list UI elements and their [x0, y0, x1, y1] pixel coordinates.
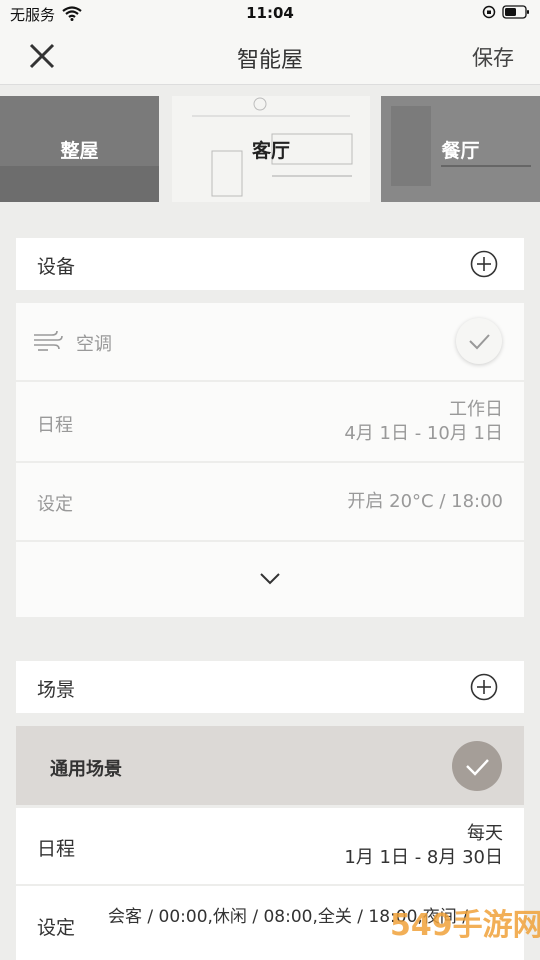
wind-icon — [34, 330, 63, 351]
device-row-air-conditioner[interactable]: 空调 — [16, 303, 524, 380]
schedule-range: 1月 1日 - 8月 30日 — [344, 847, 503, 868]
schedule-value: 每天 1月 1日 - 8月 30日 — [344, 822, 503, 870]
orientation-lock-icon — [482, 5, 496, 19]
schedule-label: 日程 — [37, 838, 76, 860]
room-selector: 整屋 客厅 餐厅 — [0, 96, 540, 202]
room-label: 客厅 — [251, 139, 290, 162]
device-schedule-row[interactable]: 日程 工作日 4月 1日 - 10月 1日 — [16, 382, 524, 461]
expand-row[interactable] — [16, 542, 524, 617]
scene-name: 通用场景 — [50, 759, 122, 780]
room-tab-dining-room[interactable]: 餐厅 — [381, 96, 540, 202]
devices-header: 设备 — [16, 238, 524, 290]
schedule-days: 工作日 — [449, 399, 503, 420]
save-button[interactable]: 保存 — [472, 42, 514, 72]
room-label: 餐厅 — [441, 139, 480, 162]
clock: 11:04 — [246, 4, 294, 22]
device-setting-row[interactable]: 设定 开启 20°C / 18:00 — [16, 463, 524, 540]
device-name: 空调 — [76, 334, 112, 355]
room-tab-living-room[interactable]: 客厅 — [172, 96, 370, 202]
nav-bar: 智能屋 保存 — [0, 28, 540, 85]
scene-row-general[interactable]: 通用场景 — [16, 726, 524, 805]
add-device-icon[interactable] — [470, 250, 498, 278]
setting-label: 设定 — [37, 494, 73, 515]
section-title: 场景 — [37, 679, 76, 701]
room-label: 整屋 — [60, 139, 99, 162]
device-toggle[interactable] — [456, 318, 502, 364]
room-tab-whole-house[interactable]: 整屋 — [0, 96, 159, 202]
status-bar: 无服务 11:04 — [0, 0, 540, 28]
check-icon — [469, 334, 490, 350]
add-scene-icon[interactable] — [470, 673, 498, 701]
section-title: 设备 — [37, 256, 76, 278]
scene-toggle[interactable] — [452, 741, 502, 791]
setting-label: 设定 — [37, 917, 76, 939]
check-icon — [466, 759, 489, 776]
scenes-header: 场景 — [16, 661, 524, 713]
watermark-logo: 549手游网 — [390, 908, 540, 943]
schedule-label: 日程 — [37, 415, 73, 436]
battery-icon — [502, 5, 529, 19]
chevron-down-icon[interactable] — [259, 572, 281, 586]
page-title: 智能屋 — [236, 48, 303, 73]
scene-schedule-row[interactable]: 日程 每天 1月 1日 - 8月 30日 — [16, 808, 524, 884]
schedule-value: 工作日 4月 1日 - 10月 1日 — [344, 398, 503, 446]
setting-value: 开启 20°C / 18:00 — [347, 491, 503, 512]
schedule-days: 每天 — [467, 823, 503, 844]
schedule-range: 4月 1日 - 10月 1日 — [344, 423, 503, 444]
